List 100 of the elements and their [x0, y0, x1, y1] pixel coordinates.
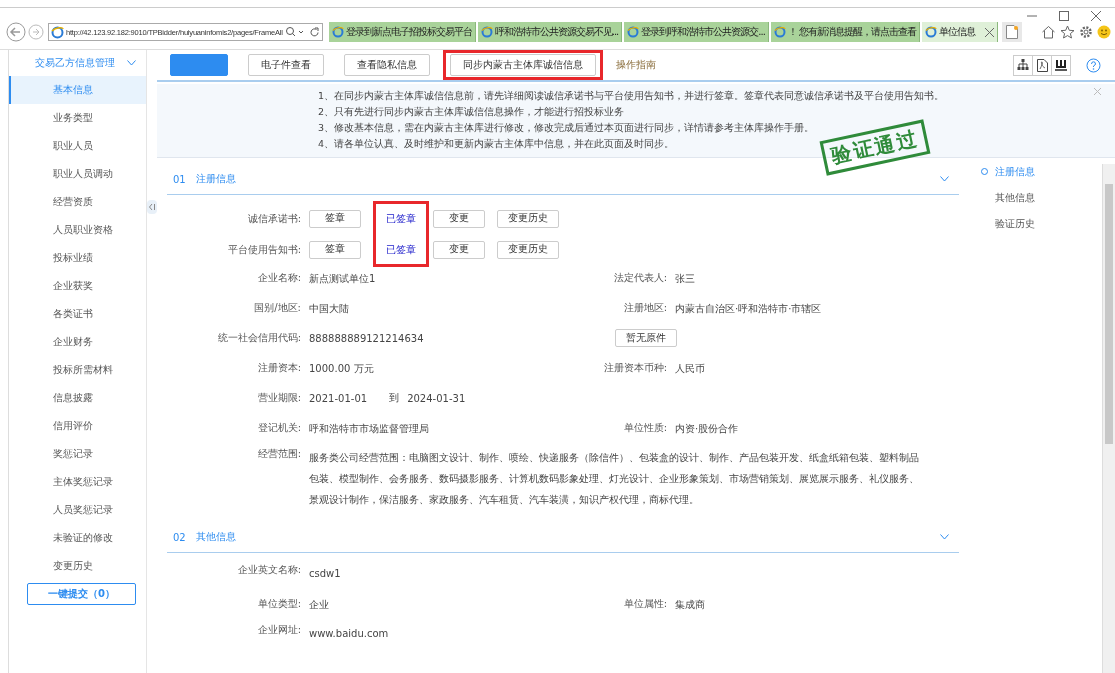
chevron-down-icon[interactable] [127, 60, 136, 66]
field-value: 中国大陆 [309, 301, 349, 316]
sidebar-item[interactable]: 变更历史 [9, 552, 146, 580]
field-value: 888888889121214634 [309, 331, 424, 346]
no-original-button[interactable]: 暂无原件 [615, 329, 677, 347]
section-header[interactable]: 02 其他信息 [167, 522, 959, 553]
scrollbar[interactable] [1102, 164, 1115, 673]
date-separator: 到 [389, 391, 400, 405]
section-header[interactable]: 01 注册信息 [167, 164, 959, 195]
toolbar-button[interactable]: 同步内蒙古主体库诚信信息 [450, 54, 596, 76]
field-value: 呼和浩特市市场监督管理局 [309, 421, 429, 436]
notice-text: 1、在同步内蒙古主体库诚信信息前，请先详细阅读诚信承诺书与平台使用告知书，并进行签章。签章代表同意诚信承诺书及平台使用告知书。 [318, 89, 945, 103]
sidebar-item[interactable]: 业务类型 [9, 104, 146, 132]
toolbar-button[interactable]: 查看隐私信息 [344, 54, 430, 76]
export-icon[interactable] [1051, 54, 1071, 76]
change-history-button[interactable]: 变更历史 [497, 240, 559, 259]
field-label: 企业名称: [256, 271, 301, 285]
sidebar-item[interactable]: 经营资质 [9, 188, 146, 216]
close-tab-icon[interactable] [985, 27, 994, 37]
sidebar-title[interactable]: 交易乙方信息管理 [35, 56, 115, 70]
field-label: 企业英文名称: [236, 563, 301, 577]
section-title: 其他信息 [195, 530, 236, 544]
anchor-link[interactable]: 其他信息 [981, 190, 1102, 216]
toolbar-button[interactable]: 电子件查看 [248, 54, 324, 76]
browser-logo-icon [51, 25, 64, 39]
chevron-down-icon[interactable] [940, 176, 949, 182]
chevron-down-icon[interactable] [940, 534, 949, 540]
field-value: www.baidu.com [309, 627, 389, 641]
sidebar-item[interactable]: 人员奖惩记录 [9, 496, 146, 524]
notice-text: 3、修改基本信息，需在内蒙古主体库进行修改，修改完成后通过本页面进行同步，详情请参考主体库操作手册。 [318, 121, 815, 135]
signed-status: 已签章 [386, 211, 416, 226]
pdf-icon[interactable] [1032, 54, 1052, 76]
anchor-link[interactable]: 验证历史 [981, 216, 1102, 242]
settings-icon[interactable] [1079, 25, 1093, 39]
field-label: 单位属性: [622, 597, 667, 611]
section-title: 注册信息 [195, 172, 236, 186]
collapse-handle-icon[interactable] [147, 200, 157, 214]
change-history-button[interactable]: 变更历史 [497, 209, 559, 228]
sidebar-item[interactable]: 投标所需材料 [9, 356, 146, 384]
notice-text: 2、只有先进行同步内蒙古主体库诚信信息操作，才能进行招投标业务 [318, 105, 625, 119]
guide-link[interactable]: 操作指南 [616, 58, 656, 72]
field-value: 2024-01-31 [407, 391, 466, 406]
sidebar-item[interactable]: 企业财务 [9, 328, 146, 356]
sidebar-item[interactable]: 人员职业资格 [9, 216, 146, 244]
org-chart-icon[interactable] [1013, 54, 1033, 76]
sidebar-item[interactable]: 企业获奖 [9, 272, 146, 300]
field-value: 集成商 [675, 597, 705, 612]
field-value: 内资·股份合作 [675, 421, 739, 436]
help-icon[interactable] [1086, 57, 1101, 73]
sidebar-item[interactable]: 投标业绩 [9, 244, 146, 272]
sidebar-item[interactable]: 奖惩记录 [9, 440, 146, 468]
verified-stamp: 验证通过 [819, 119, 931, 176]
field-label: 企业网址: [256, 623, 301, 637]
smiley-icon[interactable] [1097, 25, 1111, 39]
field-label: 诚信承诺书: [246, 211, 301, 226]
field-value: 新点测试单位1 [309, 271, 376, 286]
close-icon[interactable] [1091, 11, 1101, 21]
field-label: 登记机关: [256, 421, 301, 435]
new-tab-icon[interactable] [1002, 22, 1022, 42]
sidebar-item[interactable]: 各类证书 [9, 300, 146, 328]
browser-tab[interactable]: 单位信息 [922, 22, 998, 42]
section-number: 02 [173, 531, 186, 543]
refresh-icon[interactable] [308, 26, 320, 38]
field-value: 2021-01-01 [309, 391, 368, 406]
field-label: 统一社会信用代码: [216, 331, 301, 345]
field-label: 经营范围: [256, 447, 301, 461]
field-label: 单位性质: [622, 421, 667, 435]
field-label: 营业期限: [256, 391, 301, 405]
sidebar-item[interactable]: 信息披露 [9, 384, 146, 412]
favorites-star-icon[interactable] [1060, 25, 1075, 39]
browser-tab[interactable]: ！ 您有新消息提醒，请点击查看 [770, 22, 920, 42]
sign-button[interactable]: 签章 [309, 240, 361, 259]
sidebar-item[interactable]: 未验证的修改 [9, 524, 146, 552]
field-value: csdw1 [309, 567, 341, 581]
browser-logo-icon [480, 26, 493, 38]
browser-logo-icon [773, 26, 786, 38]
signed-status: 已签章 [386, 242, 416, 257]
browser-tab[interactable]: 登录到新点电子招投标交易平台 [328, 22, 476, 42]
browser-tab[interactable]: 呼和浩特市公共资源交易不见... [477, 22, 623, 42]
sidebar-item[interactable]: 主体奖惩记录 [9, 468, 146, 496]
sidebar-item[interactable]: 职业人员调动 [9, 160, 146, 188]
submit-all-button[interactable]: 一键提交（0） [27, 583, 136, 605]
back-icon[interactable] [6, 22, 26, 42]
field-value: 企业 [309, 597, 329, 612]
field-label: 单位类型: [256, 597, 301, 611]
maximize-icon[interactable] [1059, 11, 1069, 21]
home-icon[interactable] [1041, 25, 1056, 39]
sidebar-item[interactable]: 职业人员 [9, 132, 146, 160]
change-button[interactable]: 变更 [433, 209, 485, 228]
sidebar-item[interactable]: 信用评价 [9, 412, 146, 440]
field-value: 内蒙古自治区·呼和浩特市·市辖区 [675, 301, 822, 316]
field-value: 人民币 [675, 361, 705, 376]
change-button[interactable]: 变更 [433, 240, 485, 259]
field-label: 注册资本币种: [602, 361, 667, 375]
browser-tab[interactable]: 登录到呼和浩特市公共资源交... [624, 22, 769, 42]
sign-button[interactable]: 签章 [309, 209, 361, 228]
anchor-link[interactable]: 注册信息 [981, 164, 1102, 190]
browser-logo-icon [925, 26, 937, 38]
field-value: 服务类公司经营范围：电脑图文设计、制作、喷绘、快递服务（除信件）、包装盒的设计、制作、产品包装开发、纸盒纸箱包装、塑料制品包装、模型制作、会务服务、数码摄影服务、计算机数码影象处理、灯光设计、企业形象策划、市场营销策划、展览展示服务、礼仪服务、景观设计制作，保洁服务、家政服务、汽车租赁、汽车装潢，知识产权代理，商标代理。 [309, 451, 920, 507]
browser-logo-icon [627, 26, 640, 38]
